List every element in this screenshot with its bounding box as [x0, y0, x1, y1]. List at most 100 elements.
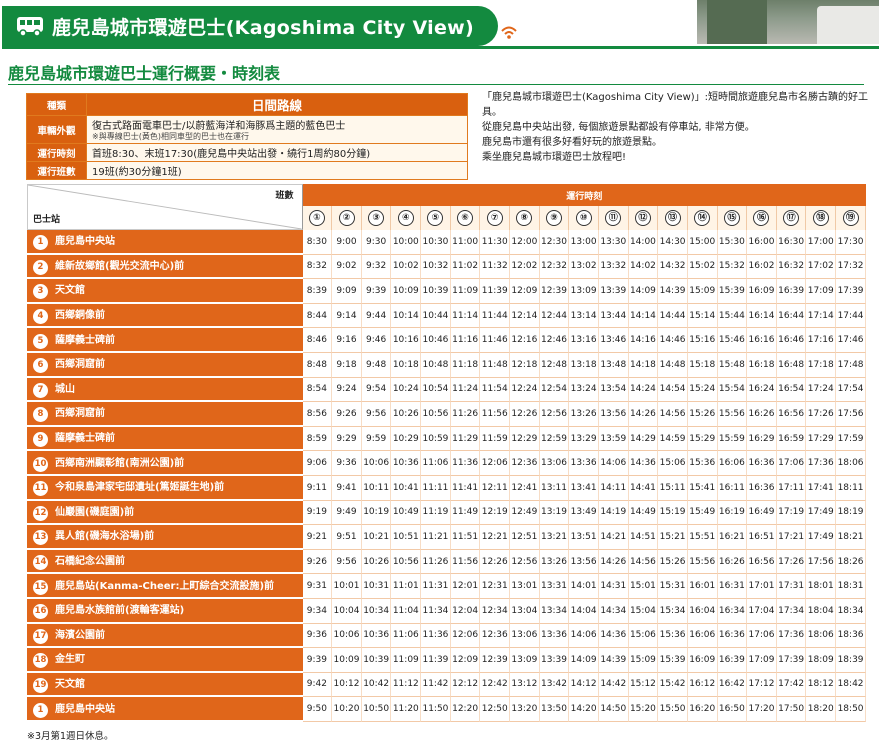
departure-time: 15:36	[658, 623, 688, 649]
stop-number: 11	[33, 481, 48, 497]
stop-name: 天文館	[55, 678, 85, 690]
trip-count-label: 班數	[275, 191, 294, 201]
departure-time: 16:00	[747, 230, 777, 255]
departure-time: 10:02	[391, 254, 422, 280]
trip-number: ⑫	[628, 206, 659, 230]
departure-time: 14:00	[628, 230, 659, 255]
departure-time: 14:01	[569, 574, 599, 599]
departure-time: 10:44	[421, 303, 451, 329]
departure-time: 16:16	[747, 328, 777, 353]
stop-number: 5	[33, 333, 48, 349]
departure-time: 9:56	[361, 402, 392, 427]
stop-name: 西鄉南洲顯彰館(南洲公園)前	[55, 457, 185, 469]
stop-number: 1	[33, 235, 48, 251]
section-title: 鹿兒島城市環遊巴士運行概要・時刻表	[8, 64, 281, 83]
departure-time: 9:39	[361, 279, 392, 304]
departure-time: 16:31	[717, 574, 748, 599]
stop-name: 鹿兒島站(Kanma-Cheer:上町綜合交流設施)前	[55, 580, 275, 592]
departure-time: 8:32	[302, 254, 333, 280]
departure-time: 12:56	[539, 402, 570, 427]
departure-time: 15:30	[717, 230, 748, 255]
trip-number-badge: ⑰	[783, 210, 800, 226]
departure-time: 16:21	[717, 525, 748, 550]
table-row: 4 西鄉銅像前 8:44 9:14 9:44 10:14 10:44 11:14 11:44 12…	[27, 303, 866, 329]
stop-number: 19	[33, 677, 48, 693]
stop-cell: 7 城山	[27, 377, 303, 403]
departure-time: 9:39	[302, 648, 333, 673]
departure-time: 16:48	[776, 352, 807, 378]
departure-time: 15:31	[658, 574, 688, 599]
departure-time: 16:12	[687, 672, 718, 698]
trip-number: ④	[391, 206, 422, 230]
stop-number: 12	[33, 505, 48, 521]
departure-time: 14:51	[628, 525, 659, 550]
departure-time: 10:06	[332, 623, 362, 649]
departure-time: 15:21	[658, 525, 688, 550]
departure-time: 17:56	[836, 402, 866, 427]
departure-time: 11:26	[421, 549, 451, 575]
header-divider	[2, 46, 879, 49]
departure-time: 11:14	[450, 303, 481, 329]
departure-time: 10:00	[391, 230, 422, 255]
departure-time: 16:51	[747, 525, 777, 550]
departure-time: 10:49	[391, 500, 422, 526]
departure-time: 11:34	[421, 598, 451, 624]
stop-number: 1	[33, 702, 48, 718]
departure-time: 9:06	[302, 451, 333, 476]
stop-number: 4	[33, 309, 48, 325]
departure-time: 11:20	[391, 697, 422, 722]
departure-time: 10:24	[391, 377, 422, 403]
stop-cell: 11 今和泉島津家宅邸遺址(篤姬誕生地)前	[27, 475, 303, 501]
departure-time: 17:56	[806, 549, 837, 575]
departure-time: 14:12	[569, 672, 599, 698]
departure-time: 12:31	[480, 574, 511, 599]
stop-cell: 18 金生町	[27, 648, 303, 673]
departure-time: 13:09	[510, 648, 540, 673]
departure-time: 17:54	[836, 377, 866, 403]
departure-time: 13:19	[539, 500, 570, 526]
departure-time: 14:26	[598, 549, 629, 575]
departure-time: 17:06	[776, 451, 807, 476]
departure-time: 8:30	[302, 230, 333, 255]
departure-time: 12:04	[450, 598, 481, 624]
departure-time: 8:39	[302, 279, 333, 304]
timetable: 班數 巴士站 運行時刻 ①②③④⑤⑥⑦⑧⑨⑩⑪⑫⑬⑭⑮⑯⑰⑱⑲ 1 鹿兒島中央站 8…	[27, 184, 866, 722]
departure-time: 18:39	[836, 648, 866, 673]
departure-time: 10:14	[391, 303, 422, 329]
departure-time: 12:54	[539, 377, 570, 403]
departure-time: 15:41	[687, 475, 718, 501]
departure-time: 13:16	[569, 328, 599, 353]
departure-time: 9:34	[302, 598, 333, 624]
departure-time: 15:39	[658, 648, 688, 673]
departure-time: 14:18	[628, 352, 659, 378]
departure-time: 17:34	[776, 598, 807, 624]
section-divider	[8, 84, 864, 85]
departure-time: 9:11	[302, 475, 333, 501]
departure-time: 16:34	[717, 598, 748, 624]
departure-time: 13:26	[569, 402, 599, 427]
departure-time: 16:04	[687, 598, 718, 624]
departure-time: 13:02	[569, 254, 599, 280]
trip-number-badge: ⑬	[664, 210, 681, 226]
departure-time: 12:44	[539, 303, 570, 329]
trip-number: ⑮	[717, 206, 748, 230]
bus-icon	[17, 17, 43, 37]
departure-time: 11:21	[421, 525, 451, 550]
departure-time: 14:19	[598, 500, 629, 526]
departure-time: 11:32	[480, 254, 511, 280]
departure-time: 11:24	[450, 377, 481, 403]
departure-time: 18:42	[836, 672, 866, 698]
departure-time: 12:39	[480, 648, 511, 673]
departure-time: 10:42	[361, 672, 392, 698]
departure-time: 16:39	[717, 648, 748, 673]
departure-time: 11:39	[480, 279, 511, 304]
departure-time: 10:51	[391, 525, 422, 550]
departure-time: 11:51	[450, 525, 481, 550]
departure-time: 13:21	[539, 525, 570, 550]
departure-time: 17:41	[806, 475, 837, 501]
trip-number-badge: ⑫	[634, 210, 651, 226]
departure-time: 13:09	[569, 279, 599, 304]
timetable-body: 1 鹿兒島中央站 8:30 9:00 9:30 10:00 10:30 11:00 11:30 1…	[27, 230, 866, 722]
departure-time: 10:41	[391, 475, 422, 501]
departure-time: 10:46	[421, 328, 451, 353]
